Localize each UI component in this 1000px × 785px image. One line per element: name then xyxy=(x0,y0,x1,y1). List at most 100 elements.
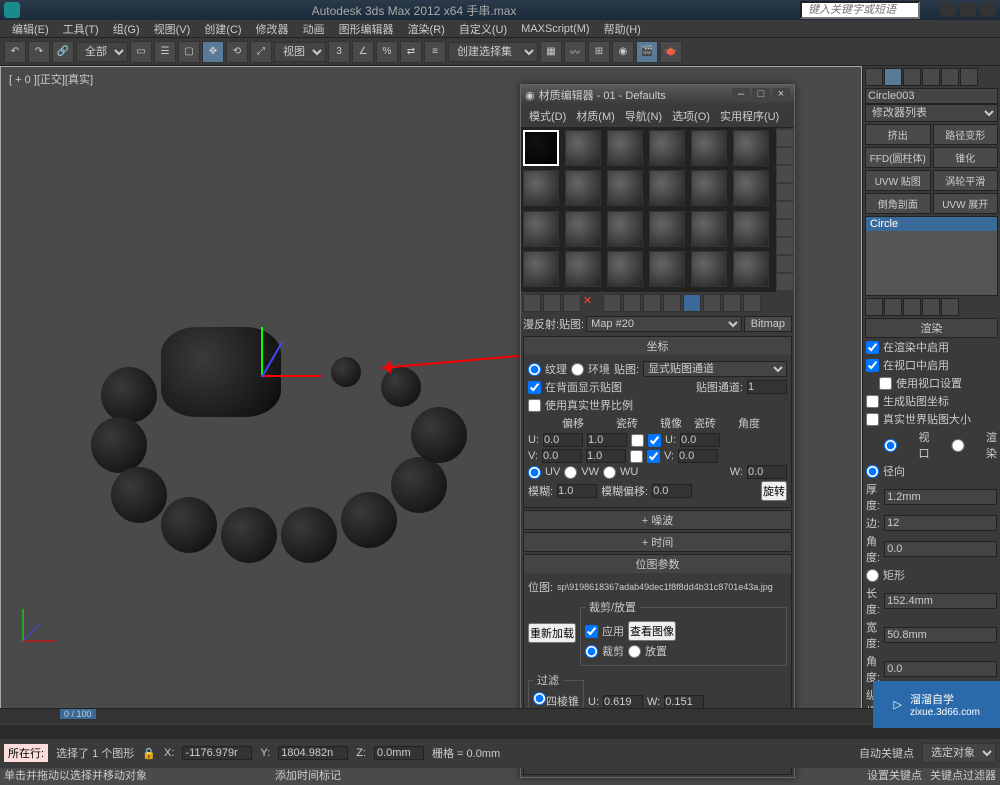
close-icon[interactable] xyxy=(980,3,996,17)
bevelprofile-button[interactable]: 倒角剖面 xyxy=(865,193,931,214)
taper-button[interactable]: 锥化 xyxy=(933,147,999,168)
u-tile-check[interactable] xyxy=(648,434,661,447)
thickness-input[interactable] xyxy=(884,489,997,505)
create-tab-icon[interactable] xyxy=(865,68,883,86)
sample-slot[interactable] xyxy=(733,251,769,287)
show-map-vp-icon[interactable] xyxy=(683,294,701,312)
uvwunwrap-button[interactable]: UVW 展开 xyxy=(933,193,999,214)
sample-slot[interactable] xyxy=(607,130,643,166)
menu-graph[interactable]: 图形编辑器 xyxy=(333,20,400,38)
put-to-scene-icon[interactable] xyxy=(543,294,561,312)
sample-slot[interactable] xyxy=(691,251,727,287)
uv-tile-icon[interactable] xyxy=(777,184,793,200)
material-editor-window[interactable]: ◉ 材质编辑器 - 01 - Defaults – □ × 模式(D) 材质(M… xyxy=(520,84,795,778)
percent-snap-icon[interactable]: % xyxy=(376,41,398,63)
bitmap-rollout-header[interactable]: 位图参数 xyxy=(524,555,791,573)
coords-rollout-header[interactable]: 坐标 xyxy=(524,337,791,355)
sample-slot[interactable] xyxy=(733,130,769,166)
mapping-select[interactable]: 显式贴图通道 xyxy=(643,361,787,377)
view-image-button[interactable]: 查看图像 xyxy=(628,621,676,641)
sample-slot[interactable] xyxy=(691,170,727,206)
render-setup-icon[interactable]: 🎬 xyxy=(636,41,658,63)
refframe-select[interactable]: 视图 xyxy=(274,42,326,62)
go-parent-icon[interactable] xyxy=(723,294,741,312)
me-menu-util[interactable]: 实用程序(U) xyxy=(716,107,783,125)
snap-toggle-icon[interactable]: 3 xyxy=(328,41,350,63)
w-angle-input[interactable] xyxy=(747,465,787,479)
sample-slot[interactable] xyxy=(523,170,559,206)
sample-slot[interactable] xyxy=(733,211,769,247)
v-angle-input[interactable] xyxy=(678,449,718,463)
render-icon[interactable]: 🫖 xyxy=(660,41,682,63)
assign-to-selection-icon[interactable] xyxy=(563,294,581,312)
sample-slot[interactable] xyxy=(607,211,643,247)
maximize-icon[interactable] xyxy=(960,3,976,17)
me-maximize-icon[interactable]: □ xyxy=(752,88,770,102)
crop-u-input[interactable] xyxy=(603,695,643,709)
pick-icon[interactable] xyxy=(777,274,793,290)
menu-group[interactable]: 组(G) xyxy=(107,20,146,38)
uv-radio[interactable] xyxy=(528,466,541,479)
backlight-icon[interactable] xyxy=(777,148,793,164)
environ-radio[interactable] xyxy=(571,363,584,376)
sample-slot[interactable] xyxy=(649,251,685,287)
sample-slot[interactable] xyxy=(691,211,727,247)
pyramidal-radio[interactable] xyxy=(533,692,546,705)
modifier-stack[interactable]: Circle xyxy=(865,216,998,296)
put-to-lib-icon[interactable] xyxy=(643,294,661,312)
bitmap-path[interactable]: sp\9198618367adab49dec1f8f8dd4b31c8701e4… xyxy=(557,582,787,592)
texture-radio[interactable] xyxy=(528,363,541,376)
v-tile-input[interactable] xyxy=(586,449,626,463)
radial-radio[interactable] xyxy=(866,465,879,478)
make-copy-icon[interactable] xyxy=(603,294,621,312)
u-tile-input[interactable] xyxy=(587,433,627,447)
viewport-label[interactable]: [ + 0 ][正交][真实] xyxy=(9,71,93,87)
sample-slot[interactable] xyxy=(649,130,685,166)
me-menu-nav[interactable]: 导航(N) xyxy=(621,107,666,125)
render-radio[interactable] xyxy=(934,439,983,452)
time-rollout-header[interactable]: + 时间 xyxy=(524,533,791,551)
sample-slot[interactable] xyxy=(649,170,685,206)
uvwmap-button[interactable]: UVW 贴图 xyxy=(865,170,931,191)
me-minimize-icon[interactable]: – xyxy=(732,88,750,102)
me-close-icon[interactable]: × xyxy=(772,88,790,102)
rotate-button[interactable]: 旋转 xyxy=(761,481,787,501)
undo-icon[interactable]: ↶ xyxy=(4,41,26,63)
sample-slot[interactable] xyxy=(565,170,601,206)
display-tab-icon[interactable] xyxy=(941,68,959,86)
enable-render-check[interactable] xyxy=(866,341,879,354)
modifier-list-select[interactable]: 修改器列表 xyxy=(865,104,998,122)
sample-slot[interactable] xyxy=(733,170,769,206)
menu-tools[interactable]: 工具(T) xyxy=(57,20,105,38)
blur-input[interactable] xyxy=(557,484,597,498)
unique-icon[interactable] xyxy=(903,298,921,316)
menu-create[interactable]: 创建(C) xyxy=(198,20,247,38)
me-menu-material[interactable]: 材质(M) xyxy=(572,107,619,125)
sample-slot[interactable] xyxy=(565,130,601,166)
align-icon[interactable]: ≡ xyxy=(424,41,446,63)
pin-stack-icon[interactable] xyxy=(865,298,883,316)
add-time-tag[interactable]: 添加时间标记 xyxy=(275,767,341,783)
menu-view[interactable]: 视图(V) xyxy=(148,20,197,38)
width-input[interactable] xyxy=(884,627,997,643)
me-titlebar[interactable]: ◉ 材质编辑器 - 01 - Defaults – □ × xyxy=(521,85,794,105)
video-check-icon[interactable] xyxy=(777,202,793,218)
enable-viewport-check[interactable] xyxy=(866,359,879,372)
utilities-tab-icon[interactable] xyxy=(960,68,978,86)
sample-slot[interactable] xyxy=(523,211,559,247)
link-icon[interactable]: 🔗 xyxy=(52,41,74,63)
crop-radio[interactable] xyxy=(585,645,598,658)
move-icon[interactable]: ✥ xyxy=(202,41,224,63)
sample-slot[interactable] xyxy=(523,251,559,287)
ffd-button[interactable]: FFD(圆柱体) xyxy=(865,147,931,168)
go-sibling-icon[interactable] xyxy=(743,294,761,312)
place-radio[interactable] xyxy=(628,645,641,658)
by-name-icon[interactable]: ☰ xyxy=(154,41,176,63)
z-input[interactable] xyxy=(374,746,424,760)
real-world-check[interactable] xyxy=(866,413,879,426)
setkey-button[interactable]: 设置关键点 xyxy=(867,767,922,783)
redo-icon[interactable]: ↷ xyxy=(28,41,50,63)
angle-input[interactable] xyxy=(884,541,997,557)
material-editor-icon[interactable]: ◉ xyxy=(612,41,634,63)
me-menu-options[interactable]: 选项(O) xyxy=(668,107,714,125)
